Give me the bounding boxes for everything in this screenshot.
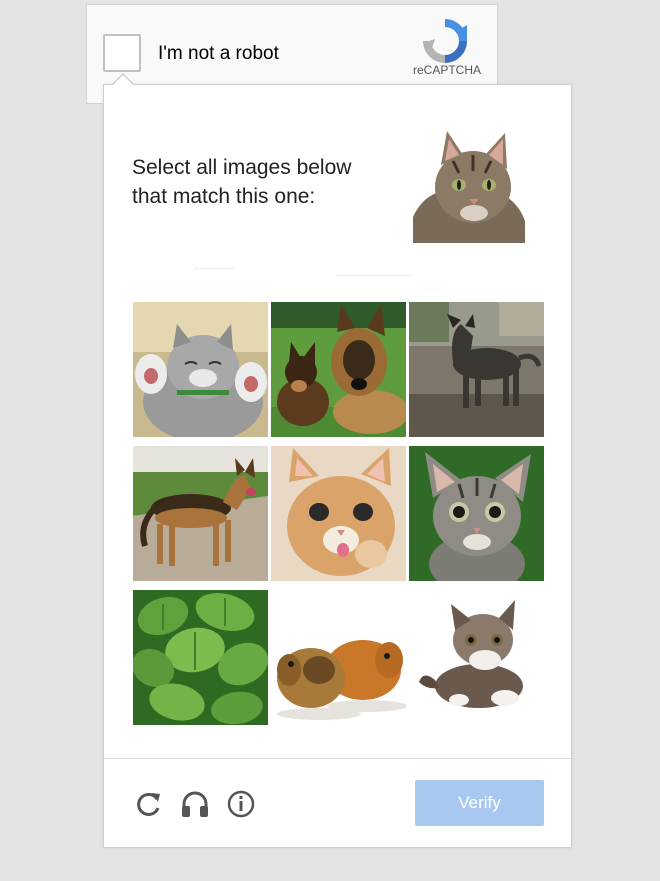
divider xyxy=(336,275,412,276)
dog-image xyxy=(133,446,268,581)
footer-divider xyxy=(104,758,571,759)
popup-pointer-fill xyxy=(113,75,133,85)
grid-tile-6[interactable] xyxy=(409,446,544,581)
recaptcha-logo-icon xyxy=(423,19,467,63)
grid-tile-9[interactable] xyxy=(409,590,544,725)
not-a-robot-checkbox[interactable] xyxy=(103,34,141,72)
divider xyxy=(194,268,234,269)
kitten-image xyxy=(409,590,544,725)
grid-tile-4[interactable] xyxy=(133,446,268,581)
grid-tile-2[interactable] xyxy=(271,302,406,437)
checkbox-label: I'm not a robot xyxy=(158,43,279,64)
challenge-popup: Select all images below that match this … xyxy=(103,84,572,848)
plant-image xyxy=(133,590,268,725)
dogs-image xyxy=(271,302,406,437)
grid-tile-7[interactable] xyxy=(133,590,268,725)
kitten-image xyxy=(409,446,544,581)
challenge-prompt: Select all images below that match this … xyxy=(132,156,352,208)
reload-icon[interactable] xyxy=(134,789,164,819)
verify-button[interactable]: Verify xyxy=(415,780,544,826)
dog-image xyxy=(409,302,544,437)
grid-tile-3[interactable] xyxy=(409,302,544,437)
kitten-image xyxy=(133,302,268,437)
image-grid xyxy=(133,302,544,725)
guinea-pigs-image xyxy=(271,590,406,725)
info-icon[interactable] xyxy=(226,789,256,819)
recaptcha-brand-text: reCAPTCHA xyxy=(412,63,481,77)
grid-tile-1[interactable] xyxy=(133,302,268,437)
sample-image-cat xyxy=(413,131,525,243)
headphones-icon[interactable] xyxy=(180,789,210,819)
kitten-image xyxy=(271,446,406,581)
grid-tile-5[interactable] xyxy=(271,446,406,581)
grid-tile-8[interactable] xyxy=(271,590,406,725)
